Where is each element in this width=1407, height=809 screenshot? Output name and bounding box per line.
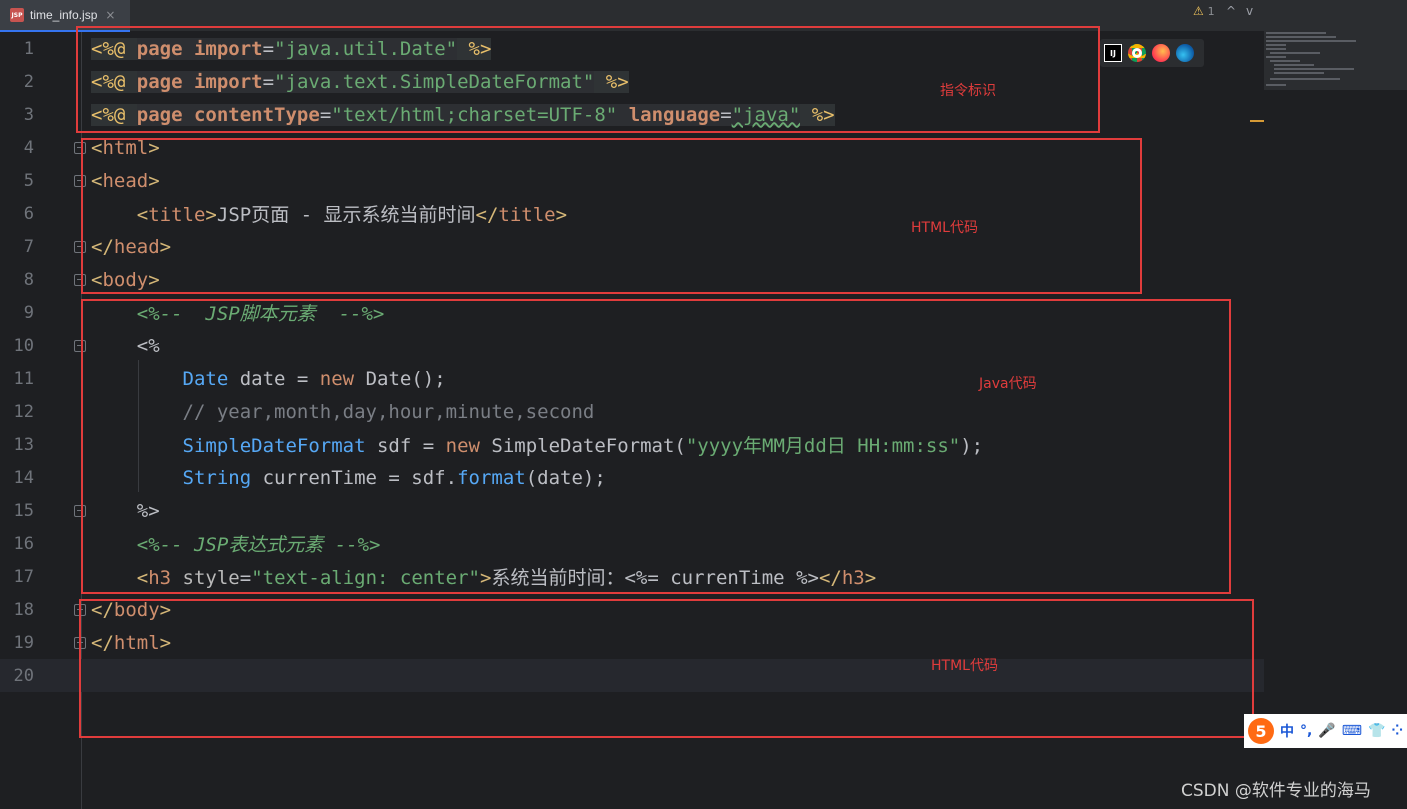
scrollbar-marker[interactable] bbox=[1250, 120, 1264, 122]
line-number: 7 bbox=[23, 236, 34, 257]
line-number: 17 bbox=[13, 566, 34, 587]
line-number: 9 bbox=[23, 302, 34, 323]
jsp-file-icon: JSP bbox=[10, 8, 24, 22]
line-number: 5 bbox=[23, 170, 34, 191]
directive-label: 指令标识 bbox=[940, 83, 996, 99]
line-number: 6 bbox=[23, 203, 34, 224]
line-number: 19 bbox=[13, 632, 34, 653]
keyboard-icon[interactable]: ⌨ bbox=[1342, 723, 1362, 739]
line-number: 16 bbox=[13, 533, 34, 554]
firefox-icon[interactable] bbox=[1152, 44, 1170, 62]
edge-icon[interactable] bbox=[1176, 44, 1194, 62]
ime-punctuation-toggle[interactable]: °, bbox=[1300, 723, 1312, 739]
warning-icon: ⚠ bbox=[1193, 4, 1204, 18]
html-top-annotation-box bbox=[81, 138, 1142, 294]
warning-indicator[interactable]: ⚠ 1 bbox=[1193, 4, 1215, 18]
watermark: CSDN @软件专业的海马 bbox=[1181, 781, 1371, 801]
line-number: 2 bbox=[23, 71, 34, 92]
intellij-icon[interactable]: IJ bbox=[1104, 44, 1122, 62]
line-number: 3 bbox=[23, 104, 34, 125]
line-number: 11 bbox=[13, 368, 34, 389]
line-number: 18 bbox=[13, 599, 34, 620]
line-number: 8 bbox=[23, 269, 34, 290]
chevron-up-icon[interactable]: ^ bbox=[1226, 4, 1236, 18]
sogou-logo-icon[interactable]: 5 bbox=[1248, 718, 1274, 744]
java-label: Java代码 bbox=[979, 376, 1037, 392]
java-annotation-box bbox=[81, 299, 1231, 594]
warning-count: 1 bbox=[1207, 5, 1215, 18]
line-number: 20 bbox=[13, 665, 34, 686]
grid-menu-icon[interactable]: ⁘ bbox=[1391, 723, 1403, 739]
browser-preview-toolbar: IJ bbox=[1100, 39, 1204, 67]
line-number: 4 bbox=[23, 137, 34, 158]
line-number: 10 bbox=[13, 335, 34, 356]
tab-label: time_info.jsp bbox=[30, 8, 98, 22]
line-number: 12 bbox=[13, 401, 34, 422]
html-top-label: HTML代码 bbox=[911, 220, 978, 236]
html-bottom-annotation-box bbox=[79, 599, 1254, 738]
ime-language-toggle[interactable]: 中 bbox=[1280, 721, 1294, 741]
ime-toolbar: 5 中 °, 🎤 ⌨ 👕 ⁘ bbox=[1244, 714, 1407, 748]
line-number: 14 bbox=[13, 467, 34, 488]
chevron-down-icon[interactable]: v bbox=[1246, 4, 1253, 18]
close-icon[interactable]: × bbox=[105, 8, 115, 22]
line-number: 13 bbox=[13, 434, 34, 455]
line-number: 15 bbox=[13, 500, 34, 521]
line-number: 1 bbox=[23, 38, 34, 59]
minimap[interactable] bbox=[1264, 28, 1407, 90]
skin-icon[interactable]: 👕 bbox=[1368, 723, 1385, 739]
chrome-icon[interactable] bbox=[1128, 44, 1146, 62]
microphone-icon[interactable]: 🎤 bbox=[1318, 723, 1335, 739]
html-bottom-label: HTML代码 bbox=[931, 658, 998, 674]
